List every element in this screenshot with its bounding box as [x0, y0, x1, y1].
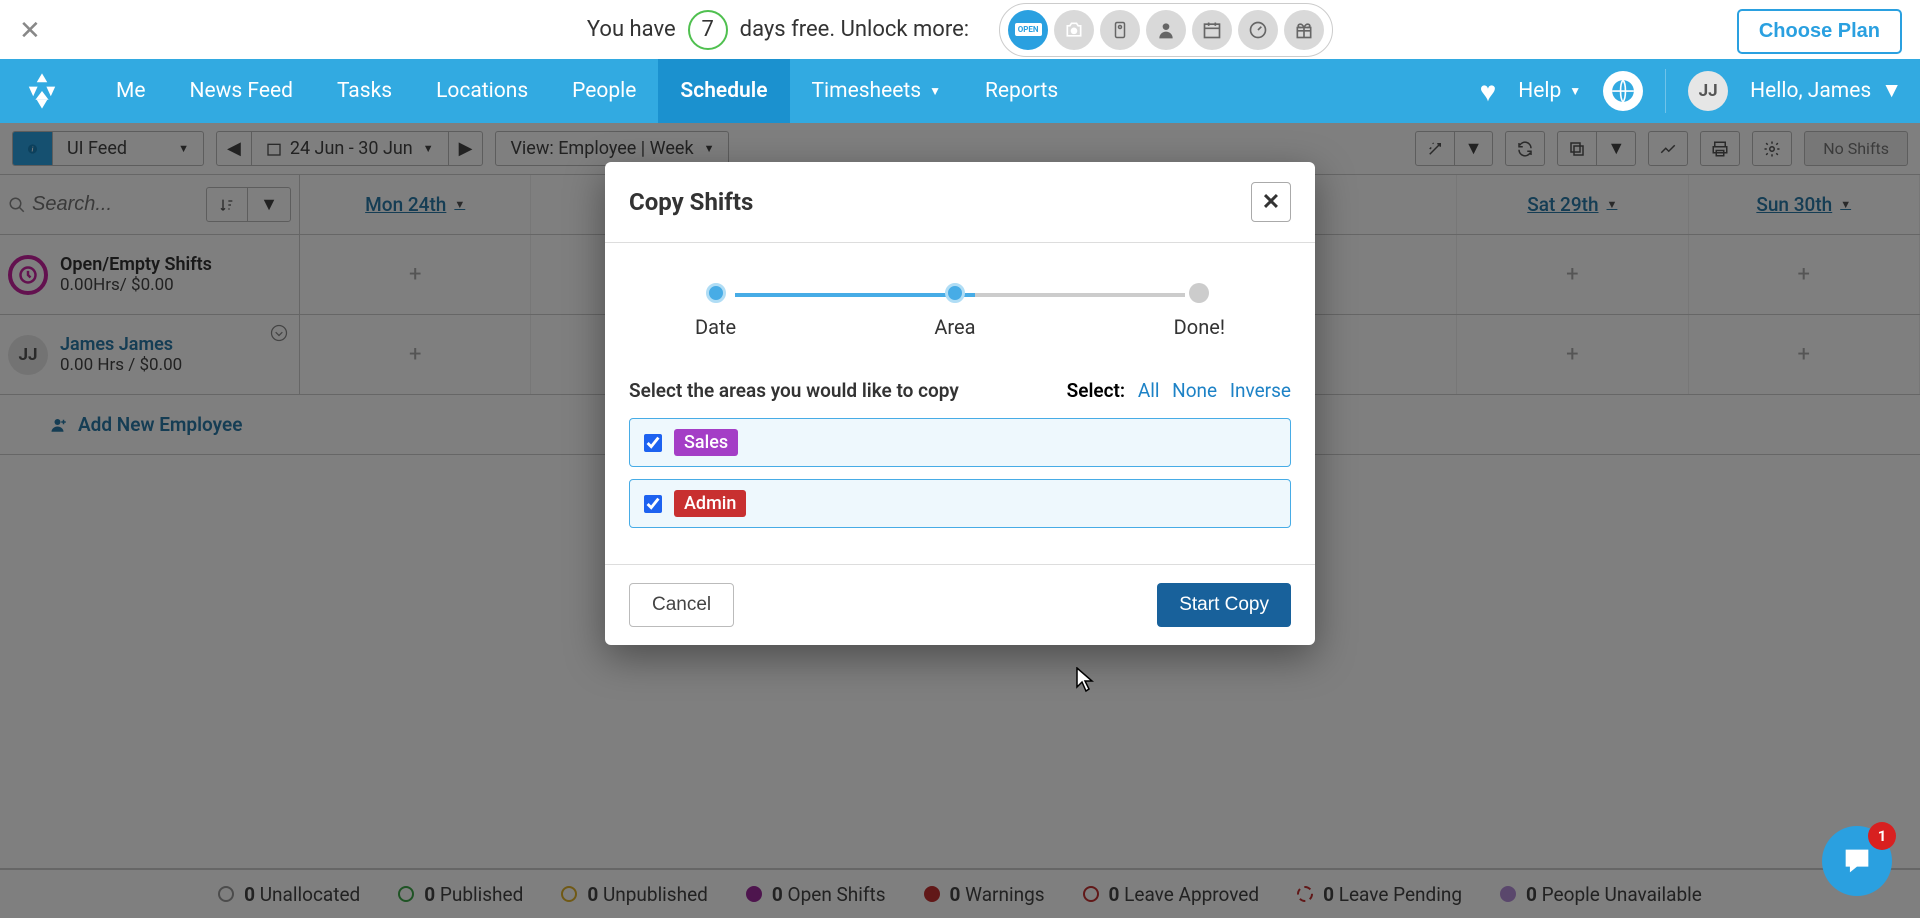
step-label: Area — [934, 315, 975, 339]
select-links: Select: All None Inverse — [1067, 379, 1291, 402]
area-checkbox-admin[interactable] — [644, 495, 662, 513]
stepper: Date Area Done! — [605, 243, 1315, 369]
step-done: Done! — [1174, 283, 1225, 339]
nav-reports[interactable]: Reports — [963, 59, 1080, 123]
nav-help[interactable]: Help ▼ — [1518, 79, 1581, 103]
nav-user-menu[interactable]: Hello, James ▼ — [1750, 79, 1902, 103]
chat-badge: 1 — [1868, 822, 1896, 850]
close-icon[interactable]: ✕ — [19, 16, 41, 46]
feature-device-icon[interactable] — [1100, 10, 1140, 50]
start-copy-button[interactable]: Start Copy — [1157, 583, 1291, 627]
nav-divider — [1665, 69, 1666, 113]
feature-calendar-icon[interactable] — [1192, 10, 1232, 50]
feature-gauge-icon[interactable] — [1238, 10, 1278, 50]
area-checkbox-sales[interactable] — [644, 434, 662, 452]
area-row-sales[interactable]: Sales — [629, 418, 1291, 467]
select-all-link[interactable]: All — [1138, 379, 1160, 402]
step-label: Date — [695, 315, 736, 339]
trial-prefix: You have — [587, 17, 676, 42]
caret-down-icon: ▼ — [1569, 84, 1581, 98]
nav-right: ♥ Help ▼ JJ Hello, James ▼ — [1480, 69, 1902, 113]
nav-locations[interactable]: Locations — [414, 59, 550, 123]
select-inverse-link[interactable]: Inverse — [1230, 379, 1291, 402]
nav-people[interactable]: People — [550, 59, 658, 123]
heart-icon[interactable]: ♥ — [1480, 75, 1497, 108]
feature-camera-icon[interactable] — [1054, 10, 1094, 50]
nav-items: Me News Feed Tasks Locations People Sche… — [94, 59, 1080, 123]
area-tag-sales: Sales — [674, 429, 738, 456]
trial-message: You have 7 days free. Unlock more: OPEN — [587, 3, 1333, 57]
caret-down-icon: ▼ — [929, 84, 941, 98]
chat-icon — [1840, 844, 1874, 878]
cancel-button[interactable]: Cancel — [629, 583, 734, 627]
body-head: Select the areas you would like to copy … — [629, 379, 1291, 402]
nav-schedule[interactable]: Schedule — [658, 59, 789, 123]
logo-icon[interactable] — [18, 67, 66, 115]
modal-close-button[interactable]: ✕ — [1251, 182, 1291, 222]
step-date: Date — [695, 283, 736, 339]
step-dot — [945, 283, 965, 303]
select-label: Select: — [1067, 379, 1125, 402]
nav-news-feed[interactable]: News Feed — [167, 59, 314, 123]
select-none-link[interactable]: None — [1172, 379, 1217, 402]
globe-icon[interactable] — [1603, 71, 1643, 111]
caret-down-icon: ▼ — [1881, 79, 1902, 103]
nav-timesheets[interactable]: Timesheets ▼ — [790, 59, 963, 123]
copy-shifts-modal: Copy Shifts ✕ Date Area Done! Select the… — [605, 162, 1315, 645]
close-icon: ✕ — [1262, 190, 1280, 215]
trial-suffix: days free. Unlock more: — [740, 17, 969, 42]
step-dot — [1189, 283, 1209, 303]
area-prompt: Select the areas you would like to copy — [629, 379, 959, 402]
area-row-admin[interactable]: Admin — [629, 479, 1291, 528]
feature-gift-icon[interactable] — [1284, 10, 1324, 50]
nav-tasks[interactable]: Tasks — [315, 59, 414, 123]
trial-banner: ✕ You have 7 days free. Unlock more: OPE… — [0, 0, 1920, 59]
modal-footer: Cancel Start Copy — [605, 564, 1315, 645]
feature-open-icon[interactable]: OPEN — [1008, 10, 1048, 50]
chat-bubble[interactable]: 1 — [1822, 826, 1892, 896]
step-area: Area — [934, 283, 975, 339]
modal-title: Copy Shifts — [629, 188, 753, 216]
main-nav: Me News Feed Tasks Locations People Sche… — [0, 59, 1920, 123]
nav-timesheets-label: Timesheets — [812, 79, 922, 103]
trial-days-count: 7 — [688, 10, 728, 50]
step-dot — [706, 283, 726, 303]
choose-plan-button[interactable]: Choose Plan — [1737, 9, 1902, 54]
area-tag-admin: Admin — [674, 490, 746, 517]
modal-body: Select the areas you would like to copy … — [605, 369, 1315, 564]
modal-header: Copy Shifts ✕ — [605, 162, 1315, 242]
feature-user-icon[interactable] — [1146, 10, 1186, 50]
nav-avatar[interactable]: JJ — [1688, 71, 1728, 111]
nav-me[interactable]: Me — [94, 59, 167, 123]
nav-hello-label: Hello, James — [1750, 79, 1871, 103]
nav-help-label: Help — [1518, 79, 1561, 103]
feature-pills: OPEN — [999, 3, 1333, 57]
step-label: Done! — [1174, 315, 1225, 339]
